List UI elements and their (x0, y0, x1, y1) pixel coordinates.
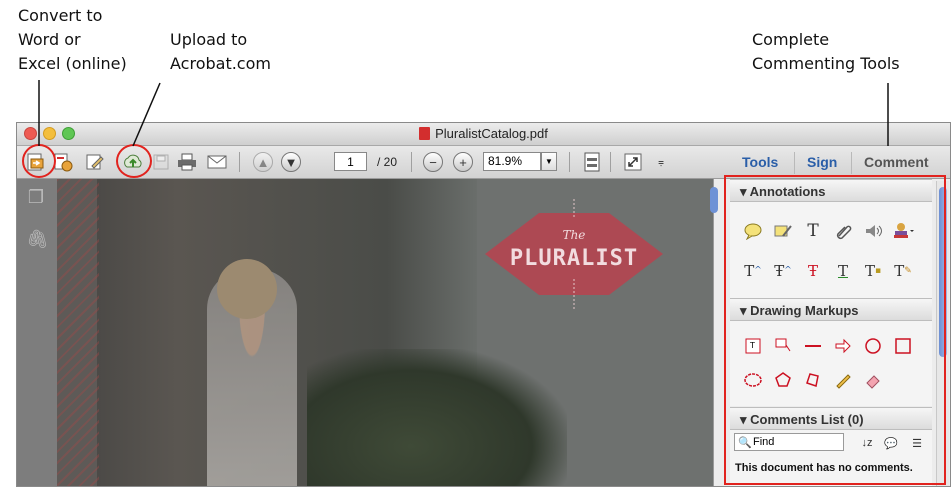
window-title: PluralistCatalog.pdf (17, 126, 950, 141)
toolbar-separator (610, 152, 611, 172)
callout-line: Convert to (18, 6, 103, 25)
minus-icon: − (423, 152, 443, 172)
callout-upload: Upload to Acrobat.com (170, 28, 271, 76)
photo-model-head (217, 259, 277, 319)
zoom-in-button[interactable]: + (451, 150, 475, 174)
toolbar-separator (411, 152, 412, 172)
expand-icon (624, 153, 642, 171)
arrow-up-icon: ▲ (253, 152, 273, 172)
fit-page-icon (584, 152, 600, 172)
highlight-convert-circle (22, 144, 56, 178)
tab-comment[interactable]: Comment (864, 154, 929, 170)
zoom-dropdown-arrow[interactable]: ▼ (541, 152, 557, 171)
toolbar-separator (569, 152, 570, 172)
callout-line: Upload to (170, 30, 248, 49)
email-button[interactable] (205, 150, 229, 174)
zoom-out-button[interactable]: − (421, 150, 445, 174)
badge-large-text: PLURALIST (510, 246, 638, 271)
toolbar-options-button[interactable]: ⩦ (649, 150, 673, 174)
previous-page-button[interactable]: ▲ (251, 150, 275, 174)
window-title-text: PluralistCatalog.pdf (435, 126, 548, 141)
page-number-input[interactable]: 1 (334, 152, 367, 171)
edit-document-button[interactable] (83, 150, 107, 174)
tab-sign[interactable]: Sign (807, 154, 837, 170)
photo-foliage (307, 349, 567, 486)
zoom-level-field[interactable]: 81.9% (483, 152, 541, 171)
highlight-commenting-panel (724, 175, 946, 485)
fit-page-button[interactable] (580, 150, 604, 174)
callout-convert: Convert to Word or Excel (online) (18, 4, 127, 76)
highlight-upload-circle (116, 144, 152, 178)
page-total: / 20 (377, 155, 398, 169)
overflow-icon: ⩦ (658, 156, 664, 168)
plus-icon: + (453, 152, 473, 172)
print-icon (178, 153, 196, 171)
tab-divider (851, 152, 852, 174)
document-view[interactable]: The PLURALIST (57, 179, 713, 486)
edit-icon (86, 154, 104, 170)
panel-collapse-handle[interactable] (710, 187, 718, 213)
pdf-file-icon (419, 127, 431, 140)
callout-line: Excel (online) (18, 54, 127, 73)
create-pdf-icon (54, 153, 73, 172)
title-bar: PluralistCatalog.pdf (17, 123, 950, 146)
toolbar-separator (239, 152, 240, 172)
print-button[interactable] (175, 150, 199, 174)
full-screen-button[interactable] (621, 150, 645, 174)
callout-line: Word or (18, 30, 81, 49)
attachments-icon[interactable]: 🖇 (26, 229, 49, 249)
arrow-down-icon: ▼ (281, 152, 301, 172)
page-thumbnails-icon[interactable]: ❐ (26, 187, 46, 207)
envelope-icon (207, 155, 227, 169)
tab-divider (794, 152, 795, 174)
pluralist-badge: The PLURALIST (485, 199, 663, 309)
next-page-button[interactable]: ▼ (279, 150, 303, 174)
tab-tools[interactable]: Tools (742, 154, 778, 170)
page-edge-hatch (57, 179, 99, 486)
badge-small-text: The (563, 228, 586, 242)
save-button[interactable] (149, 150, 173, 174)
callout-line: Complete (752, 30, 830, 49)
callout-line: Commenting Tools (752, 54, 900, 73)
save-icon (153, 154, 169, 170)
callout-line: Acrobat.com (170, 54, 271, 73)
callout-commenting: Complete Commenting Tools (752, 28, 900, 76)
navigation-rail: ❐ 🖇 (17, 179, 57, 486)
